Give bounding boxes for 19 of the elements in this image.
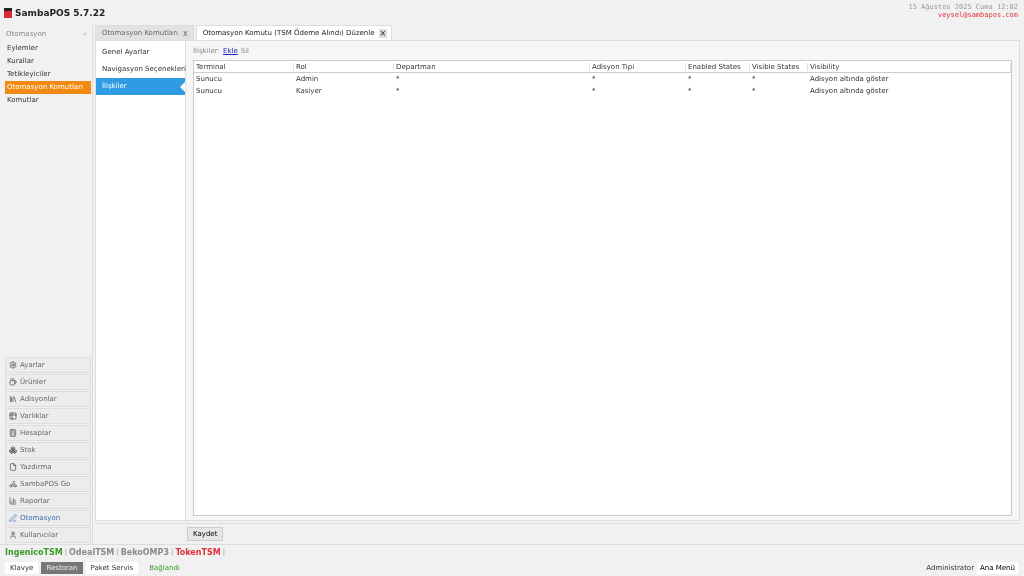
- bike-icon: [9, 480, 17, 488]
- cup-icon: [9, 378, 17, 386]
- calculator-icon: [9, 429, 17, 437]
- device-status: IngenicoTSM: [5, 547, 63, 557]
- user-icon: [9, 531, 17, 539]
- books-icon: [9, 395, 17, 403]
- close-icon[interactable]: ×: [378, 28, 388, 38]
- table-icon: [9, 412, 17, 420]
- settings-icon: [9, 361, 17, 369]
- close-icon[interactable]: x: [181, 28, 189, 38]
- pen-icon: [9, 514, 17, 522]
- device-status: OdealTSM: [69, 547, 115, 557]
- app-title: SambaPOS 5.7.22: [15, 8, 106, 18]
- bar-chart-icon: [9, 497, 17, 505]
- boxes-icon: [9, 446, 17, 454]
- device-status: BekoOMP3: [120, 547, 169, 557]
- logo-icon: [4, 8, 12, 18]
- device-status: TokenTSM: [175, 547, 221, 557]
- document-icon: [9, 463, 17, 471]
